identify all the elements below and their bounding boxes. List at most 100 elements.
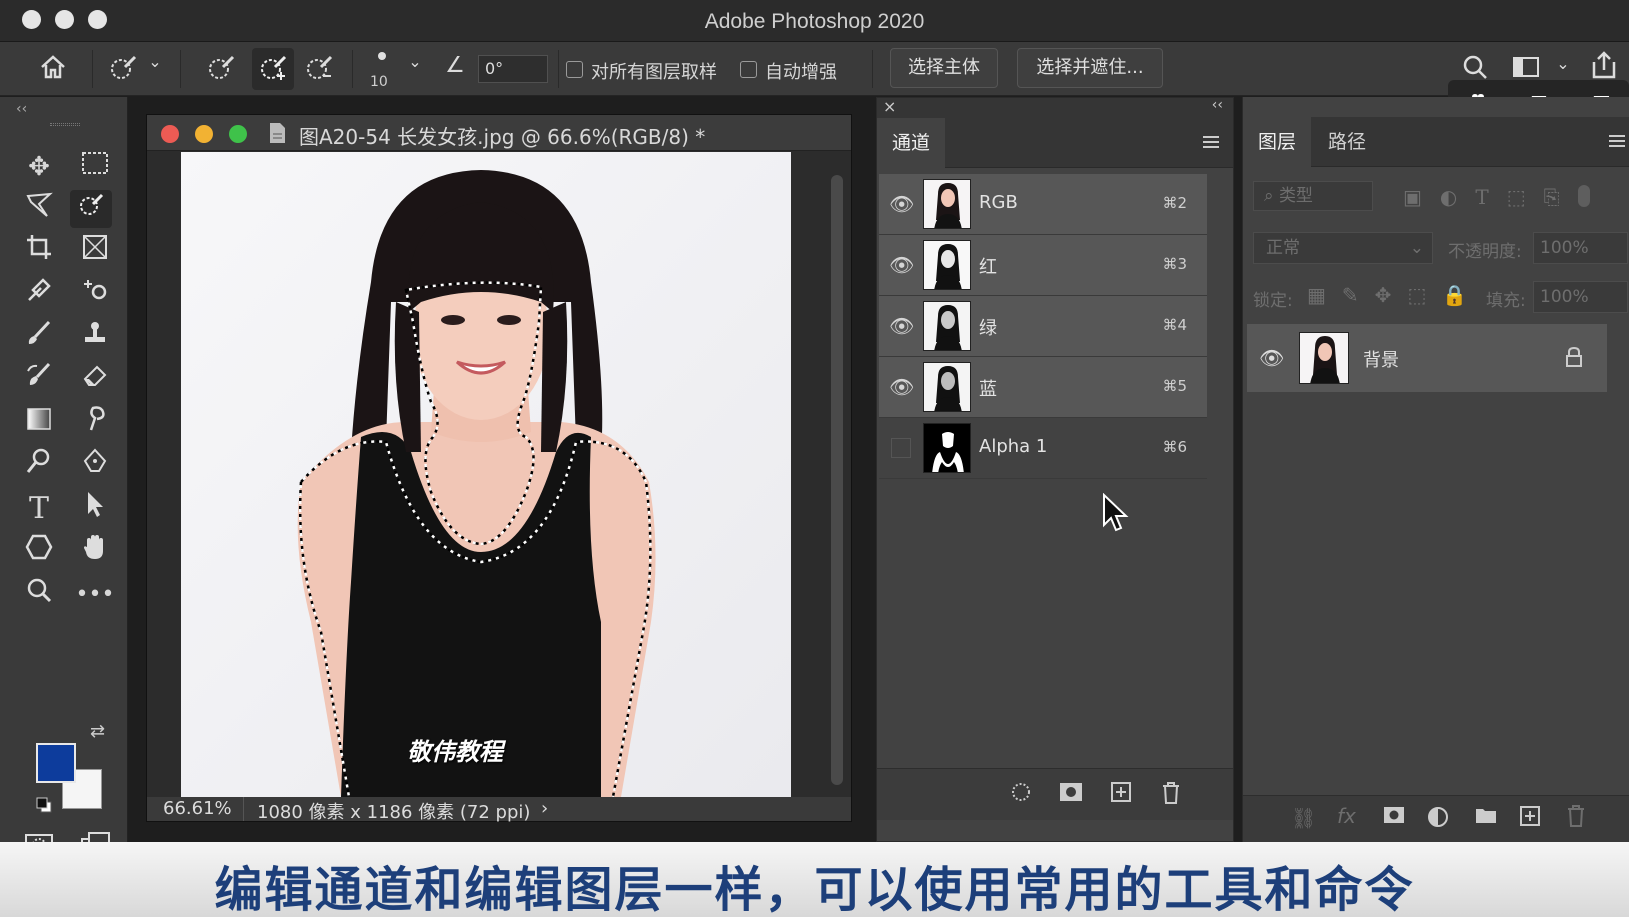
search-icon: ⌕ [1264, 186, 1279, 206]
panel-menu-icon[interactable] [1201, 134, 1221, 152]
lock-all-icon[interactable]: 🔒 [1442, 283, 1467, 307]
channel-row-red[interactable]: 👁 红 ⌘3 [879, 235, 1207, 296]
document-canvas[interactable]: 敬伟教程 [181, 152, 791, 797]
doc-close-button[interactable] [161, 125, 179, 143]
delete-channel-icon[interactable] [1157, 781, 1185, 809]
hand-tool-icon[interactable] [74, 533, 116, 571]
crop-tool-icon[interactable] [18, 233, 60, 271]
home-icon[interactable] [36, 52, 70, 88]
eraser-tool-icon[interactable] [74, 361, 116, 399]
frame-tool-icon[interactable] [74, 233, 116, 271]
channel-row-alpha-1[interactable]: Alpha 1 ⌘6 [879, 418, 1207, 479]
lock-image-pixels-icon[interactable]: ✎ [1342, 283, 1359, 307]
auto-enhance-checkbox[interactable] [740, 61, 757, 78]
quick-selection-tool-icon[interactable] [70, 190, 112, 228]
brush-tip-icon[interactable] [378, 52, 386, 60]
status-menu-arrow-icon[interactable]: › [541, 798, 548, 819]
sample-all-layers-label: 对所有图层取样 [591, 62, 717, 83]
chevron-down-icon[interactable]: ⌄ [146, 52, 164, 71]
tab-layers[interactable]: 图层 [1243, 117, 1311, 167]
panel-menu-icon[interactable] [1607, 133, 1627, 151]
gradient-tool-icon[interactable] [18, 404, 60, 442]
eye-icon[interactable]: 👁 [1259, 346, 1284, 370]
select-and-mask-button[interactable]: 选择并遮住... [1017, 48, 1163, 88]
adjustment-layer-icon[interactable] [1427, 806, 1449, 832]
dodge-tool-icon[interactable] [18, 447, 60, 485]
opacity-input[interactable]: 100% [1533, 232, 1628, 264]
load-channel-as-selection-icon[interactable] [1007, 781, 1035, 809]
eye-icon[interactable]: 👁 [889, 253, 914, 277]
new-layer-icon[interactable] [1519, 805, 1541, 831]
layer-row-background[interactable]: 👁 背景 [1247, 324, 1607, 392]
clone-stamp-tool-icon[interactable] [74, 319, 116, 357]
eye-icon[interactable]: 👁 [889, 314, 914, 338]
lock-artboard-icon[interactable]: ⬚ [1407, 283, 1426, 307]
adjustment-filter-icon[interactable]: ◐ [1440, 185, 1457, 209]
add-mask-icon[interactable] [1383, 806, 1405, 828]
sample-all-layers-checkbox[interactable] [566, 61, 583, 78]
visibility-toggle-empty[interactable] [891, 438, 911, 458]
smart-object-filter-icon[interactable]: ⎘ [1544, 185, 1560, 209]
swap-colors-icon[interactable]: ⇄ [90, 721, 105, 742]
angle-input[interactable]: 0° [478, 55, 548, 83]
save-selection-as-channel-icon[interactable] [1057, 781, 1085, 809]
foreground-color-swatch[interactable] [36, 743, 76, 783]
subtract-from-selection-icon[interactable] [302, 52, 336, 90]
select-subject-button[interactable]: 选择主体 [890, 48, 998, 88]
filter-toggle[interactable] [1577, 185, 1590, 207]
marquee-tool-icon[interactable] [74, 148, 116, 186]
default-colors-icon[interactable] [36, 797, 52, 813]
eye-icon[interactable]: 👁 [889, 192, 914, 216]
channel-row-rgb[interactable]: 👁 RGB ⌘2 [879, 174, 1207, 235]
path-selection-tool-icon[interactable] [74, 490, 116, 528]
new-channel-icon[interactable] [1107, 781, 1135, 809]
zoom-level[interactable]: 66.61% [163, 798, 232, 819]
add-to-selection-icon[interactable] [252, 48, 294, 90]
more-tools-icon[interactable]: ••• [74, 576, 116, 614]
type-tool-icon[interactable]: T [18, 490, 60, 528]
history-brush-tool-icon[interactable] [18, 361, 60, 399]
workspace-chevron-icon[interactable]: ⌄ [1554, 54, 1572, 73]
doc-zoom-button[interactable] [229, 125, 247, 143]
lock-transparent-pixels-icon[interactable]: ▦ [1307, 283, 1326, 307]
document-tab[interactable]: 图A20-54 长发女孩.jpg @ 66.6%(RGB/8) * [147, 115, 851, 151]
document-file-icon [267, 122, 287, 144]
shape-tool-icon[interactable] [18, 533, 60, 571]
shape-filter-icon[interactable]: ⬚ [1507, 185, 1526, 209]
close-panel-icon[interactable]: × [883, 97, 896, 116]
document-vertical-scrollbar[interactable] [831, 175, 843, 785]
move-tool-icon[interactable]: ✥ [18, 148, 60, 186]
smudge-tool-icon[interactable] [74, 404, 116, 442]
layer-filter-select[interactable]: ⌕ 类型 [1253, 181, 1373, 211]
fill-input[interactable]: 100% [1533, 281, 1628, 313]
channel-row-blue[interactable]: 👁 蓝 ⌘5 [879, 357, 1207, 418]
tab-channels[interactable]: 通道 [877, 118, 945, 168]
zoom-tool-icon[interactable] [18, 576, 60, 614]
type-filter-icon[interactable]: T [1475, 185, 1488, 209]
channel-row-green[interactable]: 👁 绿 ⌘4 [879, 296, 1207, 357]
doc-minimize-button[interactable] [195, 125, 213, 143]
lock-position-icon[interactable]: ✥ [1375, 283, 1392, 307]
healing-brush-tool-icon[interactable] [74, 276, 116, 314]
channel-thumbnail [923, 301, 971, 351]
brush-tool-icon[interactable] [18, 319, 60, 357]
fx-icon[interactable]: fx [1337, 804, 1356, 828]
tab-paths[interactable]: 路径 [1313, 117, 1381, 167]
eyedropper-tool-icon[interactable] [18, 276, 60, 314]
pixel-filter-icon[interactable]: ▣ [1403, 185, 1422, 209]
pen-tool-icon[interactable] [74, 447, 116, 485]
lasso-tool-icon[interactable] [18, 190, 60, 228]
collapse-panel-icon[interactable]: ‹‹ [1212, 97, 1223, 113]
mouse-cursor [1102, 492, 1130, 537]
brush-picker-chevron-icon[interactable]: ⌄ [406, 52, 424, 71]
eye-icon[interactable]: 👁 [889, 375, 914, 399]
new-group-icon[interactable] [1475, 806, 1497, 828]
link-layers-icon[interactable]: ⛓ [1291, 806, 1316, 830]
channel-name: 红 [979, 257, 997, 278]
blend-mode-select[interactable]: 正常 ⌄ [1253, 232, 1433, 264]
channels-panel: × ‹‹ 通道 👁 RGB ⌘2 👁 红 ⌘3 👁 绿 ⌘4 👁 蓝 ⌘5 Al… [876, 97, 1234, 842]
new-selection-icon[interactable] [204, 52, 238, 90]
collapse-toolbar-icon[interactable]: ‹‹ [16, 101, 27, 117]
delete-layer-icon[interactable] [1565, 804, 1587, 832]
quick-selection-preset-icon[interactable] [106, 52, 140, 90]
